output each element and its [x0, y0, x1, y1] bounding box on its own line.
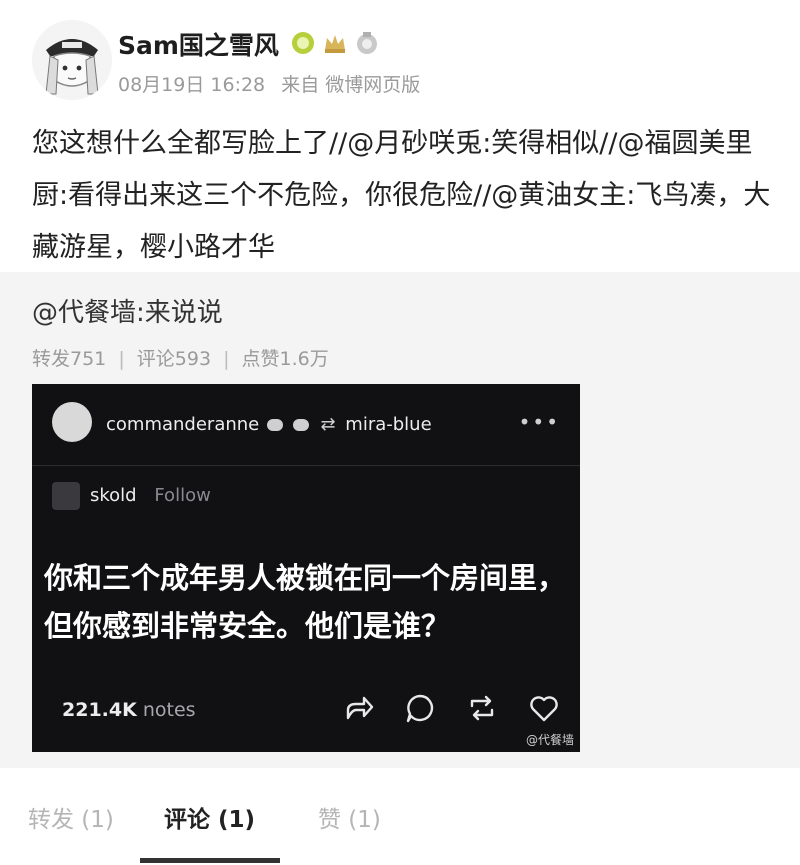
repost-stats: 转发751 | 评论593 | 点赞1.6万: [32, 344, 329, 371]
card-sub-avatar: [52, 482, 80, 510]
stats-divider: |: [118, 348, 125, 370]
stats-divider: |: [223, 348, 230, 370]
heart-icon: [530, 696, 558, 722]
reposted-content: @代餐墙:来说说 转发751 | 评论593 | 点赞1.6万 commande…: [0, 272, 800, 768]
mini-avatar-icon: [266, 419, 283, 431]
card-sub-line: skold Follow: [90, 485, 211, 506]
comment-count[interactable]: 评论593: [137, 348, 211, 370]
card-follow-label: Follow: [154, 485, 211, 506]
tab-reposts[interactable]: 转发 (1): [28, 800, 114, 834]
weibo-watermark: @代餐墙: [525, 733, 574, 747]
post-date: 08月19日 16:28: [118, 74, 266, 96]
card-header: commanderanne ⇄ mira-blue •••: [32, 384, 580, 466]
anime-avatar-icon: [32, 20, 112, 100]
share-icon: [346, 696, 374, 720]
reblog-icon: [470, 695, 494, 721]
reblog-icon: ⇄: [320, 414, 336, 435]
card-actions: [340, 690, 562, 726]
vip-badge-icon[interactable]: [290, 30, 316, 56]
card-header-user: commanderanne: [106, 414, 260, 435]
card-avatar: [52, 402, 92, 442]
active-tab-indicator: [140, 858, 280, 863]
post-source[interactable]: 来自 微博网页版: [281, 74, 420, 96]
interaction-tabs: 转发 (1) 评论 (1) 赞 (1): [0, 768, 800, 865]
repost-count[interactable]: 转发751: [32, 348, 106, 370]
username[interactable]: Sam国之雪风: [118, 26, 279, 62]
more-options-icon: •••: [518, 410, 560, 434]
card-user-line: commanderanne ⇄ mira-blue: [106, 414, 432, 435]
notes-label: notes: [142, 699, 196, 721]
card-reblog-user: mira-blue: [345, 414, 432, 435]
tab-comments[interactable]: 评论 (1): [164, 800, 255, 834]
post-meta: 08月19日 16:28 来自 微博网页版: [118, 70, 420, 97]
card-quote-text: 你和三个成年男人被锁在同一个房间里，但你感到非常安全。他们是谁？: [44, 561, 567, 643]
card-notes: 221.4K notes: [62, 699, 196, 721]
mini-avatar-icon: [292, 419, 309, 431]
notes-count: 221.4K: [62, 699, 137, 721]
card-sub-user: skold: [90, 485, 137, 506]
post-text: 您这想什么全都写脸上了//@月砂咲兎:笑得相似//@福圆美里厨:看得出来这三个不…: [32, 128, 771, 263]
user-badges: [290, 30, 380, 56]
fan-badge-icon[interactable]: [354, 30, 380, 56]
embedded-screenshot[interactable]: commanderanne ⇄ mira-blue ••• skold Foll…: [32, 384, 580, 752]
like-count[interactable]: 点赞1.6万: [242, 348, 329, 370]
user-avatar[interactable]: [32, 20, 112, 100]
weibo-post: Sam国之雪风 08月19日 16:28 来自 微博网页版 您这想什么全都写脸上…: [0, 0, 800, 272]
comment-icon: [406, 694, 434, 723]
repost-text: @代餐墙:来说说: [32, 298, 223, 328]
tab-likes[interactable]: 赞 (1): [318, 800, 381, 834]
crown-badge-icon[interactable]: [322, 30, 348, 56]
